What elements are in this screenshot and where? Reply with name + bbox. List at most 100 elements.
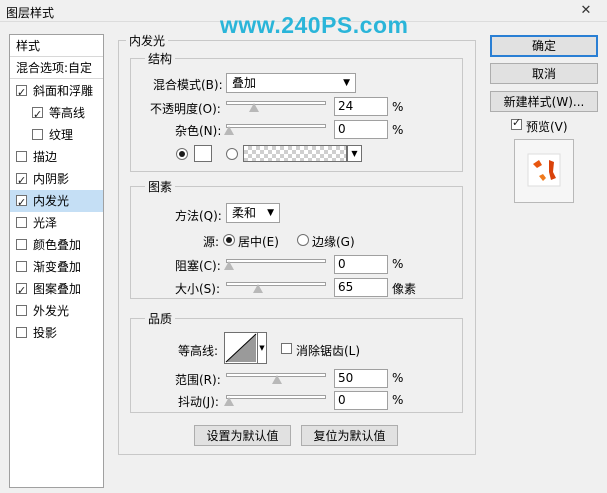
style-item-label: 内阴影 [33, 172, 70, 186]
style-item-label: 颜色叠加 [33, 238, 82, 252]
style-item-checkbox[interactable] [16, 82, 27, 104]
noise-label: 杂色(N): [175, 124, 222, 138]
close-icon[interactable]: ✕ [575, 2, 597, 19]
solid-color-radio[interactable] [176, 148, 188, 160]
style-list: 样式 混合选项:自定 斜面和浮雕等高线纹理描边内阴影内发光光泽颜色叠加渐变叠加图… [9, 34, 104, 488]
jitter-label: 抖动(J): [178, 395, 219, 409]
size-slider-thumb[interactable] [253, 284, 263, 293]
blend-options-item[interactable]: 混合选项:自定 [10, 57, 103, 79]
style-item-checkbox[interactable] [16, 192, 27, 214]
cancel-button[interactable]: 取消 [490, 63, 598, 84]
source-edge-label: 边缘(G) [312, 235, 355, 249]
style-item-label: 投影 [33, 326, 58, 340]
style-item-label: 外发光 [33, 304, 70, 318]
style-item-label: 描边 [33, 150, 58, 164]
choke-slider-thumb[interactable] [224, 261, 234, 270]
window-title: 图层样式 [6, 6, 55, 20]
source-center-radio[interactable] [223, 234, 235, 246]
style-item-label: 内发光 [33, 194, 70, 208]
noise-slider-thumb[interactable] [224, 126, 234, 135]
style-item-checkbox[interactable] [16, 151, 27, 162]
choke-input[interactable]: 0 [334, 255, 388, 274]
style-item-pattern-overlay[interactable]: 图案叠加 [10, 278, 103, 302]
blend-mode-select[interactable]: 叠加 ▼ [226, 73, 356, 93]
jitter-slider-track[interactable] [226, 395, 326, 399]
style-preview-thumbnail [514, 139, 574, 203]
size-slider-track[interactable] [226, 282, 326, 286]
method-value: 柔和 [232, 206, 257, 220]
source-edge-radio[interactable] [297, 234, 309, 246]
style-item-label: 等高线 [49, 106, 86, 120]
opacity-slider-track[interactable] [226, 101, 326, 105]
style-item-checkbox[interactable] [32, 104, 43, 126]
gradient-radio[interactable] [226, 148, 238, 160]
style-item-label: 光泽 [33, 216, 58, 230]
style-item-drop-shadow[interactable]: 投影 [10, 322, 103, 344]
chevron-down-icon: ▼ [343, 78, 350, 88]
gradient-dropdown-chevron-down-icon[interactable]: ▼ [347, 145, 362, 162]
elements-title: 图素 [145, 178, 176, 195]
set-default-button[interactable]: 设置为默认值 [194, 425, 291, 446]
style-item-checkbox[interactable] [16, 327, 27, 338]
opacity-percent: % [392, 100, 404, 114]
reset-default-button[interactable]: 复位为默认值 [301, 425, 398, 446]
contour-preview[interactable] [224, 332, 258, 364]
style-item-checkbox[interactable] [32, 129, 43, 140]
contour-linear-icon [225, 333, 257, 363]
size-label: 大小(S): [175, 282, 221, 296]
style-list-header[interactable]: 样式 [10, 35, 103, 57]
style-item-contour[interactable]: 等高线 [10, 102, 103, 126]
range-input[interactable]: 50 [334, 369, 388, 388]
contour-label: 等高线: [178, 344, 219, 358]
style-item-checkbox[interactable] [16, 217, 27, 228]
style-item-label: 斜面和浮雕 [33, 84, 94, 98]
opacity-slider-thumb[interactable] [249, 103, 259, 112]
noise-input[interactable]: 0 [334, 120, 388, 139]
style-item-gradient-overlay[interactable]: 渐变叠加 [10, 256, 103, 278]
style-item-outer-glow[interactable]: 外发光 [10, 300, 103, 322]
chevron-down-icon: ▼ [267, 208, 274, 218]
source-label: 源: [203, 235, 220, 249]
new-style-button[interactable]: 新建样式(W)... [490, 91, 598, 112]
style-list-header-label: 样式 [16, 39, 41, 53]
range-percent: % [392, 371, 404, 385]
style-item-texture[interactable]: 纹理 [10, 124, 103, 146]
style-item-inner-glow[interactable]: 内发光 [10, 190, 103, 214]
blend-mode-label: 混合模式(B): [153, 78, 223, 92]
range-slider-thumb[interactable] [272, 375, 282, 384]
style-item-checkbox[interactable] [16, 170, 27, 192]
style-item-checkbox[interactable] [16, 261, 27, 272]
method-select[interactable]: 柔和 ▼ [226, 203, 280, 223]
preview-checkbox[interactable] [511, 116, 522, 130]
noise-slider-track[interactable] [226, 124, 326, 128]
inner-glow-title: 内发光 [126, 32, 169, 49]
style-item-inner-shadow[interactable]: 内阴影 [10, 168, 103, 192]
gradient-preview[interactable] [243, 145, 347, 162]
glow-color-swatch[interactable] [194, 145, 212, 162]
source-center-label: 居中(E) [238, 235, 279, 249]
style-item-label: 图案叠加 [33, 282, 82, 296]
jitter-slider-thumb[interactable] [224, 397, 234, 406]
choke-slider-track[interactable] [226, 259, 326, 263]
size-input[interactable]: 65 [334, 278, 388, 297]
style-item-checkbox[interactable] [16, 305, 27, 316]
contour-dropdown-chevron-down-icon[interactable]: ▼ [257, 332, 267, 364]
choke-label: 阻塞(C): [175, 259, 221, 273]
choke-percent: % [392, 257, 404, 271]
quality-title: 品质 [145, 310, 176, 327]
jitter-input[interactable]: 0 [334, 391, 388, 410]
ok-button[interactable]: 确定 [490, 35, 598, 57]
style-item-checkbox[interactable] [16, 239, 27, 250]
antialias-label: 消除锯齿(L) [296, 344, 361, 358]
style-item-label: 渐变叠加 [33, 260, 82, 274]
opacity-input[interactable]: 24 [334, 97, 388, 116]
style-item-bevel-emboss[interactable]: 斜面和浮雕 [10, 80, 103, 104]
style-item-color-overlay[interactable]: 颜色叠加 [10, 234, 103, 256]
preview-artwork-icon [527, 153, 561, 187]
size-pixels-unit: 像素 [392, 282, 417, 296]
antialias-checkbox[interactable] [281, 343, 292, 354]
style-item-stroke[interactable]: 描边 [10, 146, 103, 168]
watermark: www.240PS.com [220, 12, 409, 38]
style-item-satin[interactable]: 光泽 [10, 212, 103, 234]
style-item-checkbox[interactable] [16, 280, 27, 302]
